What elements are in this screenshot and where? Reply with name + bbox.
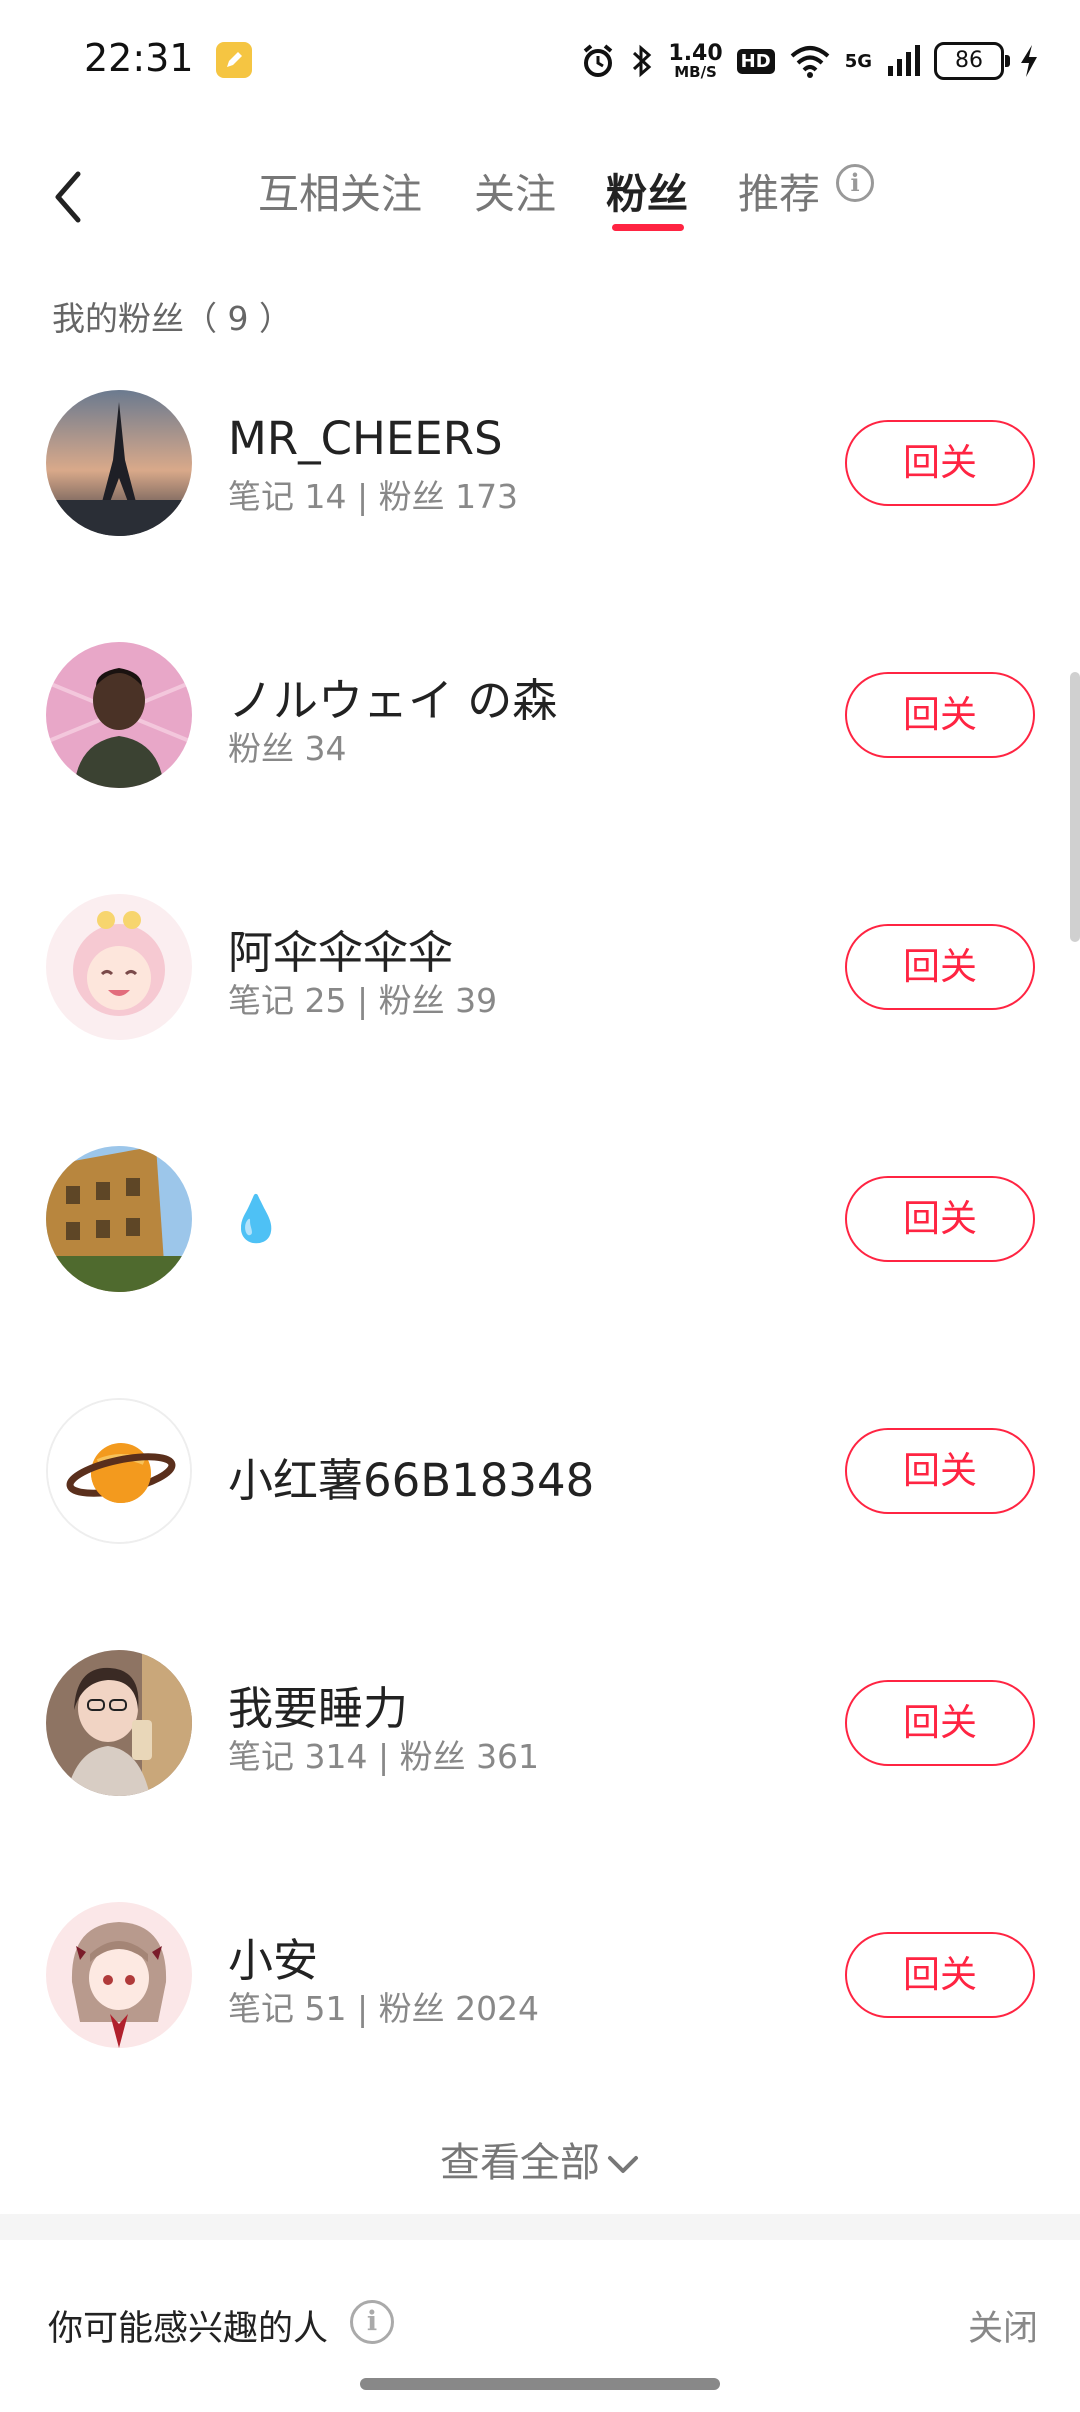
eiffel-tower-avatar[interactable] [46, 390, 192, 536]
user-name[interactable]: 阿伞伞伞伞 [228, 916, 453, 981]
tab-fans[interactable]: 粉丝 [606, 160, 688, 220]
info-icon[interactable]: i [350, 2300, 394, 2344]
user-name[interactable]: ノルウェイ の森 [228, 664, 557, 729]
signal-icon [888, 45, 920, 76]
follow-back-button[interactable]: 回关 [845, 1680, 1035, 1766]
status-time: 22:31 [84, 36, 194, 80]
user-stats: 笔记 314 | 粉丝 361 [228, 1737, 540, 1776]
planet-avatar[interactable] [46, 1398, 192, 1544]
charging-icon [1021, 45, 1037, 77]
selfie-girl-avatar[interactable] [46, 1650, 192, 1796]
alarm-icon [584, 44, 613, 77]
bluetooth-icon [633, 44, 652, 78]
close-button[interactable]: 关闭 [968, 2300, 1038, 2351]
user-stats: 笔记 25 | 粉丝 39 [228, 981, 498, 1020]
network-type: 5G [844, 50, 872, 72]
net-speed: 1.40 MB/S [668, 40, 723, 81]
follow-back-button[interactable]: 回关 [845, 420, 1035, 506]
user-name[interactable]: 💧 [228, 1192, 284, 1245]
follow-back-button[interactable]: 回关 [845, 924, 1035, 1010]
chevron-down-icon [608, 2156, 638, 2173]
active-tab-indicator [612, 224, 684, 231]
anime-girl-avatar[interactable] [46, 894, 192, 1040]
recommend-title: 你可能感兴趣的人 [48, 2309, 329, 2349]
back-icon[interactable] [44, 164, 94, 230]
home-indicator[interactable] [360, 2378, 720, 2390]
follower-row[interactable]: MR_CHEERS 笔记 14 | 粉丝 173 回关 [0, 390, 1080, 550]
section-divider [0, 2214, 1080, 2240]
user-name[interactable]: MR_CHEERS [228, 412, 503, 465]
wifi-icon [790, 46, 830, 78]
follower-row[interactable]: 小红薯66B18348 回关 [0, 1398, 1080, 1558]
follow-back-button[interactable]: 回关 [845, 1932, 1035, 2018]
scrollbar[interactable] [1070, 672, 1080, 942]
user-stats: 粉丝 34 [228, 729, 347, 768]
follower-row[interactable]: 💧 回关 [0, 1146, 1080, 1306]
user-stats: 笔记 14 | 粉丝 173 [228, 477, 519, 516]
follow-back-button[interactable]: 回关 [845, 672, 1035, 758]
follow-back-button[interactable]: 回关 [845, 1428, 1035, 1514]
illustrated-girl-avatar[interactable] [46, 1902, 192, 2048]
follower-row[interactable]: 小安 笔记 51 | 粉丝 2024 回关 [0, 1902, 1080, 2062]
notes-app-icon [216, 42, 252, 78]
status-icons: 1.40 MB/S HD 5G 86 [580, 36, 1040, 86]
follower-row[interactable]: 我要睡力 笔记 314 | 粉丝 361 回关 [0, 1650, 1080, 1810]
person-pink-avatar[interactable] [46, 642, 192, 788]
building-avatar[interactable] [46, 1146, 192, 1292]
tab-mutual-follow[interactable]: 互相关注 [258, 160, 422, 220]
view-all-button[interactable]: 查看全部 [0, 2130, 1080, 2188]
user-name[interactable]: 我要睡力 [228, 1672, 408, 1737]
tab-recommended[interactable]: 推荐 [738, 160, 820, 220]
user-name[interactable]: 小安 [228, 1924, 318, 1989]
tab-following[interactable]: 关注 [474, 160, 556, 220]
info-icon[interactable]: i [836, 164, 874, 202]
user-name[interactable]: 小红薯66B18348 [228, 1444, 594, 1509]
hd-badge: HD [736, 48, 775, 74]
battery-indicator: 86 [934, 42, 1010, 80]
follower-row[interactable]: ノルウェイ の森 粉丝 34 回关 [0, 642, 1080, 802]
follower-row[interactable]: 阿伞伞伞伞 笔记 25 | 粉丝 39 回关 [0, 894, 1080, 1054]
status-bar: 22:31 1.40 MB/S HD 5G 86 [0, 0, 1080, 124]
view-all-label: 查看全部 [440, 2140, 600, 2186]
nav-bar: 互相关注 关注 粉丝 推荐 i [0, 124, 1080, 254]
follow-back-button[interactable]: 回关 [845, 1176, 1035, 1262]
user-stats: 笔记 51 | 粉丝 2024 [228, 1989, 540, 2028]
fans-count-label: 我的粉丝（ 9 ） [52, 299, 292, 338]
